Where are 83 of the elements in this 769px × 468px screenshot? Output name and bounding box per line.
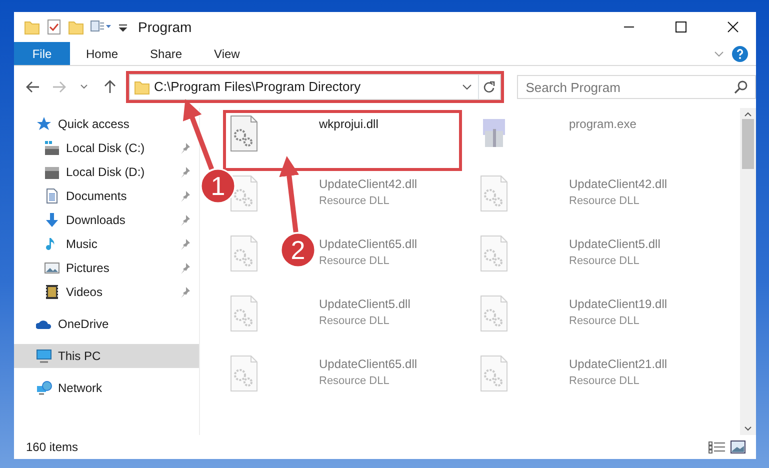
- star-icon: [36, 116, 52, 132]
- dll-file-icon: [229, 235, 259, 273]
- back-arrow-icon[interactable]: [26, 81, 40, 93]
- maximize-icon[interactable]: [675, 21, 687, 33]
- disk-icon: [44, 164, 60, 180]
- file-type: Resource DLL: [319, 254, 390, 269]
- sidebar-item[interactable]: Documents: [14, 184, 199, 208]
- dll-file-icon: [229, 295, 259, 333]
- address-bar[interactable]: C:\Program Files\Program Directory: [129, 74, 501, 100]
- file-type: Resource DLL: [569, 374, 640, 389]
- file-type: Resource DLL: [569, 254, 640, 269]
- sidebar-item[interactable]: This PC: [14, 344, 199, 368]
- dll-file-icon: [479, 295, 509, 333]
- ribbon-tab[interactable]: File: [14, 42, 70, 65]
- help-icon[interactable]: [732, 46, 748, 62]
- documents-icon: [44, 188, 60, 204]
- file-type: Resource DLL: [569, 194, 640, 209]
- file-item[interactable]: wkprojui.dll: [225, 112, 460, 169]
- refresh-icon[interactable]: [483, 81, 496, 93]
- properties-icon[interactable]: [46, 19, 62, 35]
- large-icons-view-icon[interactable]: [730, 440, 746, 454]
- file-type: Resource DLL: [319, 314, 390, 329]
- pictures-icon: [44, 260, 60, 276]
- folder-icon: [134, 79, 150, 95]
- ribbon-tab[interactable]: Share: [134, 42, 198, 65]
- scroll-down-icon[interactable]: [744, 426, 752, 432]
- details-view-icon[interactable]: [708, 440, 726, 454]
- file-name[interactable]: UpdateClient65.dll: [319, 235, 418, 253]
- dll-file-icon: [229, 355, 259, 393]
- sidebar-item[interactable]: OneDrive: [14, 312, 199, 336]
- scroll-up-icon[interactable]: [744, 111, 752, 117]
- sidebar-item[interactable]: Pictures: [14, 256, 199, 280]
- downloads-icon: [44, 212, 60, 228]
- file-type: Resource DLL: [569, 314, 640, 329]
- ribbon-tab[interactable]: Home: [70, 42, 134, 65]
- arrow: [182, 99, 214, 170]
- computer-icon: [36, 348, 52, 364]
- file-name[interactable]: UpdateClient21.dll: [569, 355, 668, 373]
- sidebar-item[interactable]: Local Disk (D:): [14, 160, 199, 184]
- scrollbar-thumb[interactable]: [742, 119, 754, 169]
- network-icon: [36, 380, 52, 396]
- pin-icon[interactable]: [179, 190, 191, 202]
- item-count: 160 items: [26, 439, 80, 456]
- system-disk-icon: [44, 140, 60, 156]
- sidebar-item[interactable]: Quick access: [14, 112, 199, 136]
- dll-file-icon: [229, 175, 259, 213]
- file-name[interactable]: UpdateClient42.dll: [569, 175, 668, 193]
- sidebar-item[interactable]: Network: [14, 376, 199, 400]
- ribbon-tab[interactable]: View: [198, 42, 256, 65]
- up-arrow-icon[interactable]: [104, 80, 116, 94]
- file-name[interactable]: wkprojui.dll: [319, 115, 378, 133]
- close-icon[interactable]: [727, 21, 739, 33]
- file-name[interactable]: UpdateClient5.dll: [319, 295, 410, 313]
- window-title: Program: [138, 18, 192, 37]
- sidebar-item[interactable]: Downloads: [14, 208, 199, 232]
- pin-icon[interactable]: [179, 166, 191, 178]
- file-name[interactable]: UpdateClient42.dll: [319, 175, 418, 193]
- step-number-badge: 2: [280, 232, 316, 268]
- step-number-badge: 1: [200, 168, 236, 204]
- dll-file-icon: [479, 355, 509, 393]
- caret-icon[interactable]: [80, 84, 88, 90]
- dll-file-icon: [479, 235, 509, 273]
- pin-icon[interactable]: [179, 214, 191, 226]
- dll-file-icon: [229, 115, 259, 153]
- search-field[interactable]: Search Program: [516, 75, 756, 99]
- sidebar-item[interactable]: Local Disk (C:): [14, 136, 199, 160]
- address-dropdown-icon[interactable]: [462, 83, 472, 91]
- expand-ribbon-icon[interactable]: [714, 50, 724, 58]
- file-name[interactable]: UpdateClient65.dll: [319, 355, 418, 373]
- pin-icon[interactable]: [179, 238, 191, 250]
- pin-icon[interactable]: [179, 262, 191, 274]
- file-name[interactable]: UpdateClient19.dll: [569, 295, 668, 313]
- file-name[interactable]: UpdateClient5.dll: [569, 235, 660, 253]
- file-type: Resource DLL: [319, 374, 390, 389]
- sidebar-item[interactable]: Music: [14, 232, 199, 256]
- pin-icon[interactable]: [179, 142, 191, 154]
- sidebar-item[interactable]: Videos: [14, 280, 199, 304]
- search-icon[interactable]: [734, 80, 748, 94]
- file-name[interactable]: program.exe: [569, 115, 636, 133]
- dll-file-icon: [479, 175, 509, 213]
- file-type: Resource DLL: [319, 194, 390, 209]
- pin-icon[interactable]: [179, 286, 191, 298]
- videos-icon: [44, 284, 60, 300]
